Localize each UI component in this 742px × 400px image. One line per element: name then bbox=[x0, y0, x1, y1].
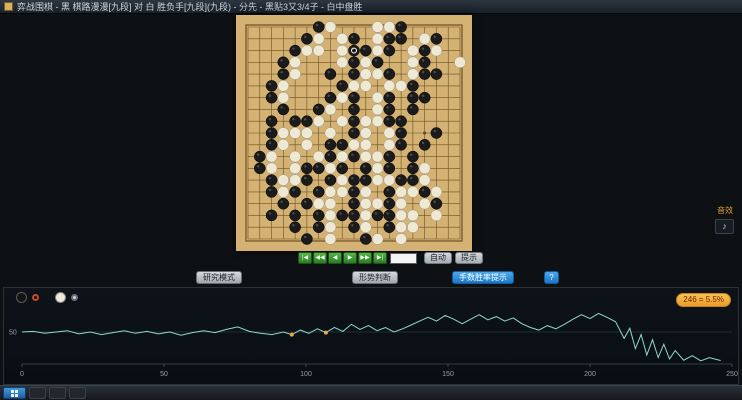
start-button[interactable] bbox=[3, 387, 26, 399]
titlebar: 弈战围棋 - 黑 棋路漫漫[九段] 对 白 胜负手[九段](九段) - 分先 -… bbox=[0, 0, 742, 14]
judge-position-button[interactable]: 形势判断 bbox=[352, 271, 398, 284]
go-board[interactable] bbox=[236, 15, 472, 251]
forward-1-button[interactable]: ▶ bbox=[343, 252, 357, 264]
forward-10-button[interactable]: ▶▶ bbox=[358, 252, 372, 264]
back-10-button[interactable]: ◀◀ bbox=[313, 252, 327, 264]
go-board-canvas[interactable] bbox=[236, 15, 472, 251]
auto-play-button[interactable]: 自动 bbox=[424, 252, 452, 264]
taskbar bbox=[0, 385, 742, 400]
winrate-hint-toggle-button[interactable]: 手数胜率提示 bbox=[452, 271, 514, 284]
winrate-legend bbox=[16, 292, 78, 303]
svg-text:250: 250 bbox=[726, 371, 738, 378]
window-title: 弈战围棋 - 黑 棋路漫漫[九段] 对 白 胜负手[九段](九段) - 分先 -… bbox=[17, 2, 363, 12]
help-button[interactable]: ? bbox=[544, 271, 559, 284]
first-move-button[interactable]: |◀ bbox=[298, 252, 312, 264]
playback-controls: |◀ ◀◀ ◀ ▶ ▶▶ ▶| bbox=[298, 252, 387, 264]
app-2-taskbar-icon[interactable] bbox=[49, 387, 66, 399]
move-number-input[interactable] bbox=[390, 253, 417, 264]
black-winrate-toggle[interactable] bbox=[32, 294, 39, 301]
back-1-button[interactable]: ◀ bbox=[328, 252, 342, 264]
svg-text:150: 150 bbox=[442, 371, 454, 378]
speaker-icon[interactable]: ♪ bbox=[715, 219, 734, 234]
research-mode-button[interactable]: 研究模式 bbox=[196, 271, 242, 284]
svg-text:200: 200 bbox=[584, 371, 596, 378]
hint-button[interactable]: 提示 bbox=[455, 252, 483, 264]
app-1-taskbar-icon[interactable] bbox=[29, 387, 46, 399]
black-stone-icon[interactable] bbox=[16, 292, 27, 303]
sound-label: 音效 bbox=[717, 206, 733, 215]
last-move-button[interactable]: ▶| bbox=[373, 252, 387, 264]
winrate-chart-panel: 246 = 5.5% 50 0 50 100 150 200 250 bbox=[3, 287, 739, 385]
winrate-chart[interactable]: 50 0 50 100 150 200 250 bbox=[6, 296, 738, 384]
svg-text:100: 100 bbox=[300, 371, 312, 378]
white-winrate-toggle[interactable] bbox=[71, 294, 78, 301]
white-stone-icon[interactable] bbox=[55, 292, 66, 303]
svg-text:50: 50 bbox=[9, 330, 17, 337]
svg-text:50: 50 bbox=[160, 371, 168, 378]
svg-text:0: 0 bbox=[20, 371, 24, 378]
app-icon bbox=[4, 2, 13, 11]
app-window: 弈战围棋 - 黑 棋路漫漫[九段] 对 白 胜负手[九段](九段) - 分先 -… bbox=[0, 0, 742, 400]
app-3-taskbar-icon[interactable] bbox=[69, 387, 86, 399]
windows-logo-icon bbox=[11, 389, 18, 397]
winrate-tooltip: 246 = 5.5% bbox=[676, 293, 731, 307]
